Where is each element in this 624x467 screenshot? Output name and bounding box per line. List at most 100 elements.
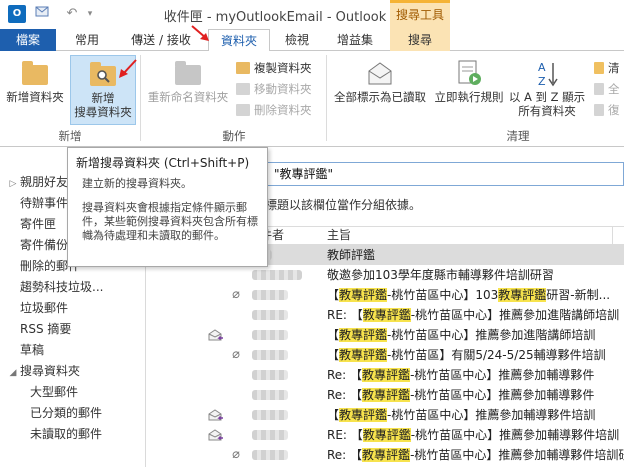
message-row[interactable]: ⌀ Re: 【教專評鑑-桃竹苗區中心】推薦參加輔導夥件培訓研 — [147, 445, 624, 465]
cleanup-button[interactable]: 清 — [594, 59, 620, 77]
tab-home[interactable]: 常用 — [62, 29, 112, 51]
folder-icon — [20, 59, 50, 87]
folder-item[interactable]: ◢ 搜尋資料夾 — [0, 361, 146, 382]
message-row[interactable]: Re: 【教專評鑑-桃竹苗區中心】推薦參加輔導夥件 — [147, 385, 624, 405]
folder-item[interactable]: 草稿 — [0, 340, 146, 361]
recover-button[interactable]: 復 — [594, 101, 620, 119]
sender-redacted — [252, 270, 302, 280]
ribbon-tab-bar: 檔案 常用 傳送 / 接收 資料夾 檢視 增益集 搜尋 — [0, 29, 624, 52]
message-row[interactable]: RE: 【教專評鑑-桃竹苗區中心】推薦參加進階講師培訓 — [147, 305, 624, 325]
tab-view[interactable]: 檢視 — [274, 29, 320, 51]
open-envelope-icon — [365, 59, 395, 87]
folder-item-label: 待辦事件 — [20, 196, 69, 210]
folder-item-label: 寄件備份 — [20, 238, 69, 252]
run-rules-now-button[interactable]: 立即執行規則 — [432, 59, 506, 104]
message-row[interactable]: ⌀ 【教專評鑑-桃竹苗區中心】103教專評鑑研習-新制... — [147, 285, 624, 305]
red-arrow-icon — [119, 59, 137, 78]
search-highlight: 教專評鑑 — [339, 328, 388, 342]
message-row[interactable]: RE: 【教專評鑑-桃竹苗區中心】推薦參加輔導夥件培訓 — [147, 425, 624, 445]
rename-folder-label: 重新命名資料夾 — [147, 90, 229, 104]
move-folder-button[interactable]: 移動資料夾 — [236, 80, 312, 98]
group-label-cleanup: 清理 — [506, 129, 530, 143]
tab-search[interactable]: 搜尋 — [390, 29, 450, 51]
mark-all-read-button[interactable]: 全部標示為已讀取 — [328, 59, 432, 104]
message-subject: 教師評鑑 — [327, 245, 375, 265]
rename-folder-button[interactable]: 重新命名資料夾 — [142, 59, 234, 104]
folder-item[interactable]: 未讀取的郵件 — [0, 424, 146, 445]
folder-item[interactable]: 趨勢科技垃圾... — [0, 277, 146, 298]
reply-envelope-icon — [208, 429, 223, 441]
delete-folder-button[interactable]: 刪除資料夾 — [236, 101, 312, 119]
folder-item-label: 未讀取的郵件 — [30, 427, 103, 441]
recover-icon — [594, 104, 604, 116]
delete-folder-label: 刪除資料夾 — [254, 103, 312, 117]
folder-item-label: 親朋好友 — [20, 175, 69, 189]
search-highlight: 教專評鑑 — [339, 408, 388, 422]
subject-text: 【 — [327, 408, 340, 422]
subject-text: 【 — [327, 348, 340, 362]
sender-redacted — [252, 330, 288, 340]
copy-folder-button[interactable]: 複製資料夾 — [236, 59, 312, 77]
column-divider — [612, 227, 613, 244]
tab-file[interactable]: 檔案 — [0, 29, 56, 51]
send-receive-icon[interactable] — [32, 4, 52, 24]
folder-item[interactable]: RSS 摘要 — [0, 319, 146, 340]
new-folder-button[interactable]: 新增資料夾 — [2, 59, 68, 104]
message-subject: Re: 【教專評鑑-桃竹苗區中心】推薦參加輔導夥件培訓研 — [327, 445, 624, 465]
new-folder-label: 新增資料夾 — [6, 90, 64, 104]
column-subject[interactable]: 主旨 — [327, 227, 351, 244]
search-highlight: 教專評鑑 — [362, 448, 411, 462]
subject-text: 教師評鑑 — [327, 248, 376, 262]
subject-text: -桃竹苗區中心】103 — [387, 288, 499, 302]
new-search-folder-label-1: 新增 — [91, 91, 115, 105]
title-bar: O ↶ ▾ 收件匣 - myOutlookEmail - Outlook 搜尋工… — [0, 0, 624, 29]
folder-item[interactable]: 垃圾郵件 — [0, 298, 146, 319]
sender-redacted — [252, 370, 288, 380]
outlook-app-icon[interactable]: O — [8, 5, 26, 23]
reply-envelope-icon — [208, 329, 223, 341]
message-subject: 【教專評鑑-桃竹苗區中心】103教專評鑑研習-新制... — [327, 285, 610, 305]
ribbon: 新增資料夾 新增 搜尋資料夾 新增 重新命名資料夾 複製資料夾 移動資料夾 刪除… — [0, 51, 624, 147]
expand-caret-icon[interactable]: ▷ — [6, 174, 20, 193]
folder-item[interactable]: 大型郵件 — [0, 382, 146, 403]
search-highlight: 教專評鑑 — [362, 308, 411, 322]
message-row[interactable]: Re: 【教專評鑑-桃竹苗區中心】推薦參加輔導夥件 — [147, 365, 624, 385]
attachment-icon: ⌀ — [232, 447, 240, 462]
sort-az-icon: AZ — [532, 59, 562, 88]
sender-redacted — [252, 450, 288, 460]
attachment-icon: ⌀ — [232, 347, 240, 362]
message-row[interactable]: 敬邀參加103學年度縣市輔導夥件培訓研習 — [147, 265, 624, 285]
svg-text:A: A — [538, 61, 546, 74]
sender-redacted — [252, 350, 288, 360]
group-separator — [326, 55, 327, 141]
search-highlight: 教專評鑑 — [498, 288, 547, 302]
tooltip-title: 新增搜尋資料夾 (Ctrl+Shift+P) — [76, 156, 250, 170]
message-row[interactable]: 【教專評鑑-桃竹苗區中心】推薦參加輔導夥件培訓 — [147, 405, 624, 425]
sort-az-label-2: 所有資料夾 — [518, 104, 576, 118]
message-subject: Re: 【教專評鑑-桃竹苗區中心】推薦參加輔導夥件 — [327, 385, 594, 405]
cleanup-label: 清 — [608, 61, 620, 75]
folder-item-label: 草稿 — [20, 343, 45, 357]
search-input[interactable]: "教專評鑑" — [265, 162, 624, 186]
message-subject: 【教專評鑑-桃竹苗區中心】推薦參加進階講師培訓 — [327, 325, 595, 345]
collapse-caret-icon[interactable]: ◢ — [6, 363, 20, 382]
message-row[interactable]: 【教專評鑑-桃竹苗區中心】推薦參加進階講師培訓 — [147, 325, 624, 345]
qat-customize-icon[interactable]: ▾ — [80, 4, 100, 24]
folder-item-label: 搜尋資料夾 — [20, 364, 81, 378]
sort-folders-az-button[interactable]: AZ 以 A 到 Z 顯示 所有資料夾 — [506, 59, 588, 118]
subject-text: -桃竹苗區中心】推薦參加輔導夥件 — [410, 368, 595, 382]
cleanup-all-label: 全 — [608, 82, 620, 96]
tab-folder[interactable]: 資料夾 — [208, 29, 270, 52]
copy-folder-label: 複製資料夾 — [254, 61, 312, 75]
sender-redacted — [252, 310, 288, 320]
tab-addins[interactable]: 增益集 — [324, 29, 386, 51]
search-highlight: 教專評鑑 — [339, 348, 388, 362]
undo-icon[interactable]: ↶ — [62, 4, 82, 24]
folder-item[interactable]: 已分類的郵件 — [0, 403, 146, 424]
run-rules-now-label: 立即執行規則 — [434, 90, 504, 104]
message-row[interactable]: ⌀ 【教專評鑑-桃竹苗區】有關5/24-5/25輔導夥件培訓 — [147, 345, 624, 365]
cleanup-all-button[interactable]: 全 — [594, 80, 620, 98]
message-subject: 敬邀參加103學年度縣市輔導夥件培訓研習 — [327, 265, 554, 285]
subject-text: -桃竹苗區中心】推薦參加輔導夥件 — [410, 388, 595, 402]
red-arrow-icon — [191, 25, 209, 41]
